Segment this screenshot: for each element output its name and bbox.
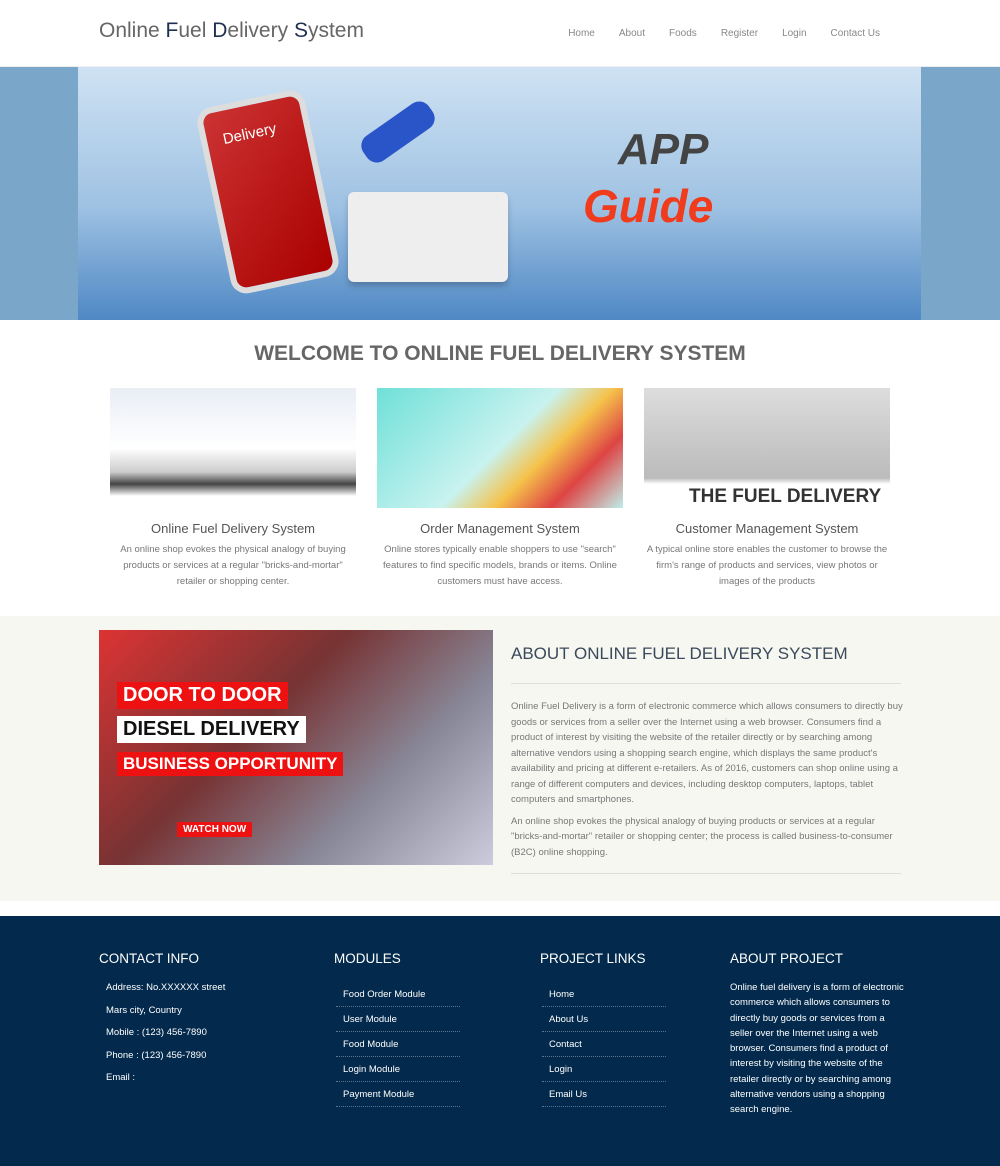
nav-home[interactable]: Home (568, 28, 595, 39)
contact-email: Email : (106, 1072, 136, 1083)
card-image: THE FUEL DELIVERY (644, 388, 890, 508)
nav-about[interactable]: About (619, 28, 645, 39)
footer-heading: ABOUT PROJECT (730, 951, 844, 966)
phone-text: Delivery (221, 120, 278, 148)
feature-card: THE FUEL DELIVERY Customer Management Sy… (644, 388, 890, 590)
nav-foods[interactable]: Foods (669, 28, 697, 39)
card-image-caption: THE FUEL DELIVERY (689, 486, 882, 507)
feature-card: Online Fuel Delivery System An online sh… (110, 388, 356, 590)
module-link[interactable]: Login Module (336, 1057, 460, 1082)
about-paragraph: An online shop evokes the physical analo… (511, 815, 893, 858)
card-text: Online stores typically enable shoppers … (383, 544, 617, 587)
card-title: Online Fuel Delivery System (151, 521, 315, 536)
banner-image: Delivery APP Guide (78, 67, 921, 320)
about-section: DOOR TO DOOR DIESEL DELIVERY BUSINESS OP… (0, 616, 1000, 901)
card-text: An online shop evokes the physical analo… (120, 544, 346, 587)
divider (511, 873, 901, 874)
about-title: ABOUT ONLINE FUEL DELIVERY SYSTEM (511, 644, 848, 663)
main-nav: Home About Foods Register Login Contact … (568, 28, 880, 39)
logo-part: S (293, 19, 308, 42)
about-image[interactable]: DOOR TO DOOR DIESEL DELIVERY BUSINESS OP… (99, 630, 493, 865)
footer-heading: CONTACT INFO (99, 951, 199, 966)
card-image (110, 388, 356, 508)
logo-part: Online (99, 19, 166, 42)
phone-illustration: Delivery (194, 87, 342, 297)
nav-login[interactable]: Login (782, 28, 806, 39)
footer-project-links: PROJECT LINKS Home About Us Contact Logi… (540, 951, 666, 1107)
footer-link-about[interactable]: About Us (542, 1007, 666, 1032)
hero-banner: Delivery APP Guide (0, 67, 1000, 320)
about-paragraph: Online Fuel Delivery is a form of electr… (511, 701, 903, 805)
logo-part: uel (178, 19, 213, 42)
footer-about-project: ABOUT PROJECT Online fuel delivery is a … (730, 951, 905, 1118)
module-link[interactable]: User Module (336, 1007, 460, 1032)
welcome-heading: WELCOME TO ONLINE FUEL DELIVERY SYSTEM (254, 342, 746, 365)
footer-heading: MODULES (334, 951, 401, 966)
footer-about-text: Online fuel delivery is a form of electr… (730, 982, 904, 1116)
footer: CONTACT INFO Address: No.XXXXXX street M… (0, 916, 1000, 1166)
contact-mobile: Mobile : (123) 456-7890 (106, 1027, 207, 1038)
banner-guide-text: Guide (583, 180, 714, 232)
footer-heading: PROJECT LINKS (540, 951, 646, 966)
footer-modules: MODULES Food Order Module User Module Fo… (334, 951, 460, 1107)
divider (511, 683, 901, 684)
logo-part: ystem (307, 19, 364, 42)
footer-link-contact[interactable]: Contact (542, 1032, 666, 1057)
contact-city: Mars city, Country (106, 1004, 182, 1016)
footer-link-email[interactable]: Email Us (542, 1082, 666, 1107)
contact-phone: Phone : (123) 456-7890 (106, 1049, 207, 1061)
card-title: Customer Management System (675, 521, 859, 536)
footer-contact: CONTACT INFO Address: No.XXXXXX street M… (99, 951, 225, 1085)
feature-card: Order Management System Online stores ty… (377, 388, 623, 590)
module-link[interactable]: Payment Module (336, 1082, 460, 1107)
image-text: DOOR TO DOOR (117, 682, 288, 709)
about-text: Online Fuel Delivery is a form of electr… (511, 699, 903, 866)
nav-contact[interactable]: Contact Us (831, 28, 880, 39)
image-text: BUSINESS OPPORTUNITY (117, 752, 344, 776)
contact-address: Address: No.XXXXXX street (106, 982, 226, 993)
header: Online Fuel Delivery System Home About F… (0, 0, 1000, 67)
footer-link-home[interactable]: Home (542, 982, 666, 1007)
watch-now-text: WATCH NOW (177, 822, 253, 837)
truck-illustration (348, 192, 508, 282)
logo-part: elivery (227, 19, 294, 42)
card-image (377, 388, 623, 508)
footer-link-login[interactable]: Login (542, 1057, 666, 1082)
fuel-nozzle-illustration (356, 96, 440, 168)
nav-register[interactable]: Register (721, 28, 758, 39)
card-text: A typical online store enables the custo… (646, 544, 888, 587)
logo-part: D (212, 19, 228, 42)
module-link[interactable]: Food Order Module (336, 982, 460, 1007)
image-text: DIESEL DELIVERY (117, 716, 306, 743)
logo-part: F (165, 19, 179, 42)
module-link[interactable]: Food Module (336, 1032, 460, 1057)
site-logo[interactable]: Online Fuel Delivery System (99, 19, 364, 43)
card-title: Order Management System (420, 521, 580, 536)
feature-cards: Online Fuel Delivery System An online sh… (110, 388, 1000, 590)
banner-app-text: APP (618, 125, 709, 174)
